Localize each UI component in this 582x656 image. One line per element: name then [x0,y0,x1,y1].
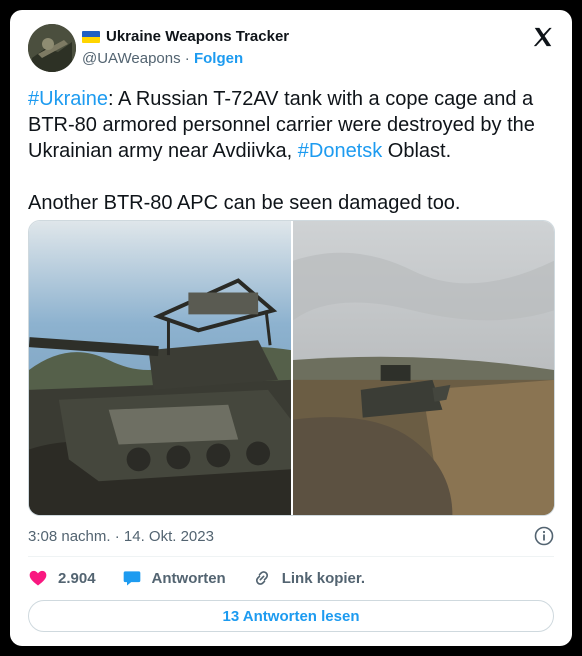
action-bar: 2.904 Antworten Link kopier. [28,568,391,588]
read-replies-button[interactable]: 13 Antworten lesen [28,600,554,632]
reply-label: Antworten [151,569,226,587]
avatar[interactable] [28,24,76,72]
hashtag-ukraine[interactable]: #Ukraine [28,88,108,110]
photo-destroyed-tank[interactable] [29,221,291,515]
media-grid [28,220,555,516]
copy-link-button[interactable]: Link kopier. [252,568,365,588]
author-name[interactable]: Ukraine Weapons Tracker [106,28,289,45]
divider [28,556,554,557]
like-button[interactable]: 2.904 [28,568,96,588]
ukraine-flag-icon [82,30,100,43]
tweet-timestamp[interactable]: 3:08 nachm. · 14. Okt. 2023 [28,528,214,545]
like-count: 2.904 [58,569,96,587]
reply-bubble-icon [123,571,140,586]
x-logo-icon[interactable] [532,26,554,48]
reply-button[interactable]: Antworten [122,568,226,588]
hashtag-donetsk[interactable]: #Donetsk [298,140,383,162]
follow-button[interactable]: Folgen [194,50,243,67]
tweet-card: Ukraine Weapons Tracker @UAWeapons · Fol… [10,10,572,646]
author-handle-row: @UAWeapons · Folgen [82,50,243,67]
author-name-row[interactable]: Ukraine Weapons Tracker [82,28,289,45]
photo-damaged-apc[interactable] [293,221,554,515]
author-handle[interactable]: @UAWeapons [82,50,181,67]
separator: · [184,50,190,67]
copy-link-label: Link kopier. [281,569,366,587]
info-icon[interactable] [534,526,554,546]
tweet-text: #Ukraine: A Russian T-72AV tank with a c… [28,86,554,216]
heart-icon [29,570,47,586]
link-icon [255,571,268,585]
